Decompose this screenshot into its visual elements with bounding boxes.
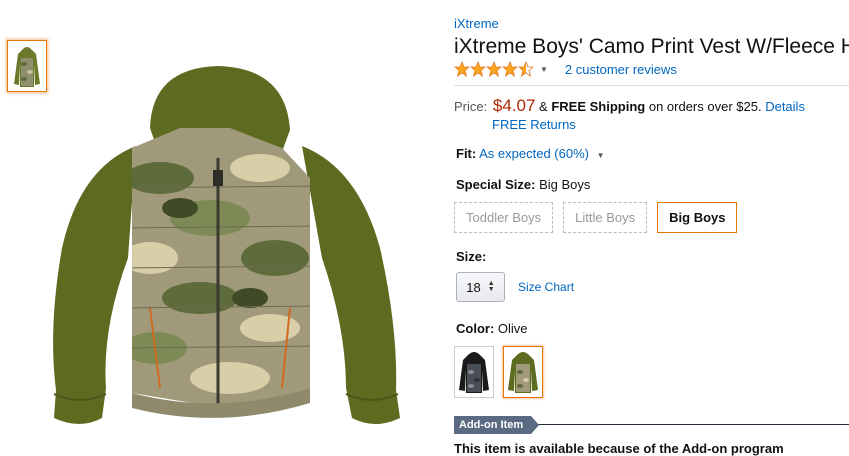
addon-description: This item is available because of the Ad… [454,441,784,456]
special-size-label: Special Size: [456,177,536,192]
jacket-icon [508,352,538,393]
option-big-boys[interactable]: Big Boys [657,202,738,233]
price-row: Price: $4.07 & FREE Shipping on orders o… [454,96,805,116]
caret-down-icon[interactable]: ▼ [540,65,548,74]
jacket-icon [14,47,40,87]
star-icon [486,61,502,77]
star-icon [502,61,518,77]
swatch-olive[interactable] [503,346,543,398]
addon-banner: Add-on Item [454,416,849,434]
jacket-icon [53,66,400,424]
special-size-value: Big Boys [539,177,591,192]
star-icon [470,61,486,77]
star-icon [454,61,470,77]
main-product-image[interactable] [40,58,430,448]
free-shipping-label: FREE Shipping [551,99,646,114]
color-swatches [454,346,552,398]
special-size-options: Toddler Boys Little Boys Big Boys [454,202,747,233]
updown-arrows-icon: ▲ ▼ [487,280,495,293]
caret-down-icon[interactable]: ▼ [597,151,605,160]
addon-badge: Add-on Item [454,416,540,434]
shipping-details-link[interactable]: Details [765,99,805,114]
price-value: $4.07 [492,96,536,115]
color-row: Color: Olive [456,321,528,336]
star-rating[interactable] [454,61,534,77]
size-select[interactable]: 18 ▲ ▼ [456,272,505,302]
jacket-icon [459,352,489,393]
shipping-condition: on orders over $25. [648,99,762,114]
special-size-row: Special Size: Big Boys [456,177,590,192]
addon-divider [530,424,849,425]
free-returns-link[interactable]: FREE Returns [492,117,576,132]
divider [454,85,849,86]
color-label: Color: [456,321,495,336]
fit-label: Fit: [456,146,477,161]
color-value: Olive [497,321,528,336]
customer-reviews-link[interactable]: 2 customer reviews [565,62,677,77]
brand-link[interactable]: iXtreme [454,16,499,31]
fit-row: Fit: As expected (60%) ▼ [456,146,605,161]
swatch-black[interactable] [454,346,494,398]
option-little-boys[interactable]: Little Boys [563,202,648,233]
size-label: Size: [456,249,487,264]
size-chart-link[interactable]: Size Chart [518,280,574,294]
size-selected-value: 18 [466,279,481,295]
price-ampersand: & [539,99,548,114]
star-icon [518,61,534,77]
option-toddler-boys[interactable]: Toddler Boys [454,202,554,233]
rating-row: ▼ 2 customer reviews [454,61,677,77]
fit-value-link[interactable]: As expected (60%) [479,146,589,161]
product-title: iXtreme Boys' Camo Print Vest W/Fleece H [454,35,849,58]
price-label: Price: [454,99,488,114]
